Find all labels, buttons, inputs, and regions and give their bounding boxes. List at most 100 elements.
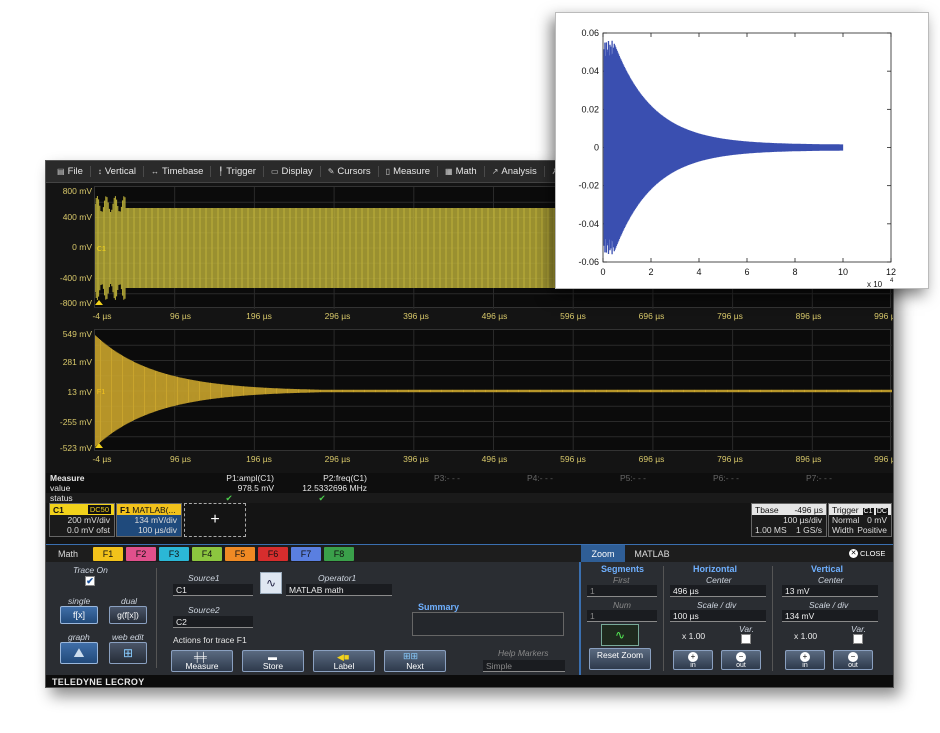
v-scale-field[interactable]: 134 mV bbox=[782, 610, 878, 622]
measure-param-name[interactable]: P2:freq(C1) bbox=[277, 473, 367, 483]
segments-num-label: Num bbox=[613, 600, 631, 610]
f1-descriptor-box[interactable]: F1 MATLAB(... 134 mV/div 100 µs/div bbox=[116, 503, 182, 537]
tab-f8[interactable]: F8 bbox=[324, 546, 354, 561]
display-icon: ▭ bbox=[270, 167, 279, 176]
measure-param-name[interactable]: P7:- - - bbox=[742, 473, 832, 483]
menu-math[interactable]: ▦ Math bbox=[437, 166, 484, 177]
operator1-select[interactable]: MATLAB math bbox=[286, 584, 392, 596]
h-scale-field[interactable]: 100 µs bbox=[670, 610, 766, 622]
lower-trace-grid[interactable]: F1 bbox=[94, 329, 892, 452]
store-action-icon: ▬ bbox=[268, 652, 277, 662]
h-scale-label: Scale / div bbox=[697, 600, 737, 610]
tab-f6[interactable]: F6 bbox=[258, 546, 288, 561]
x-axis-label: 296 µs bbox=[324, 454, 351, 464]
v-var-checkbox[interactable] bbox=[853, 634, 863, 644]
h-center-label: Center bbox=[706, 575, 732, 585]
help-markers-select[interactable]: Simple bbox=[483, 660, 565, 672]
menu-timebase[interactable]: ↔ Timebase bbox=[143, 166, 210, 177]
f1-header-text: F1 MATLAB(... bbox=[120, 505, 176, 515]
x-tick-label: 2 bbox=[648, 267, 653, 277]
x-tick-label: 0 bbox=[600, 267, 605, 277]
measure-action-icon: ╪╪ bbox=[194, 652, 207, 662]
segments-num-field[interactable]: 1 bbox=[587, 610, 657, 622]
dual-function-button[interactable]: g(f[x]) bbox=[109, 606, 147, 624]
h-zoom-in-button[interactable]: + in bbox=[673, 650, 713, 670]
h-zoom-out-button[interactable]: − out bbox=[721, 650, 761, 670]
c1-coupling: DC50 bbox=[87, 505, 111, 514]
graph-button[interactable]: ⛰ bbox=[60, 642, 98, 664]
h-zoom-factor: x 1.00 bbox=[682, 631, 706, 641]
menu-trigger[interactable]: ╿ Trigger bbox=[210, 166, 263, 177]
menu-analysis[interactable]: ↗ Analysis bbox=[483, 166, 544, 177]
label-action-button[interactable]: ◀■ Label bbox=[313, 650, 375, 672]
v-scale-label: Scale / div bbox=[809, 600, 849, 610]
source2-select[interactable]: C2 bbox=[173, 616, 253, 628]
lower-y-label: 281 mV bbox=[62, 357, 92, 367]
measure-param-name[interactable]: P6:- - - bbox=[649, 473, 739, 483]
measure-table[interactable]: Measure value status P1:ampl(C1) 978.5 mV… bbox=[46, 473, 893, 503]
v-center-field[interactable]: 13 mV bbox=[782, 585, 878, 597]
x-axis-label: 96 µs bbox=[170, 454, 191, 464]
summary-label: Summary bbox=[418, 602, 460, 612]
store-action-button[interactable]: ▬ Store bbox=[242, 650, 304, 672]
measure-action-button[interactable]: ╪╪ Measure bbox=[171, 650, 233, 672]
tab-math[interactable]: Math bbox=[46, 549, 90, 559]
menu-cursors[interactable]: ✎ Cursors bbox=[319, 166, 378, 177]
x-axis-label: 896 µs bbox=[795, 454, 822, 464]
tab-f2[interactable]: F2 bbox=[126, 546, 156, 561]
reset-zoom-button[interactable]: Reset Zoom bbox=[589, 648, 651, 670]
web-edit-button[interactable]: ⊞ bbox=[109, 642, 147, 664]
v-zoom-in-button[interactable]: + in bbox=[785, 650, 825, 670]
tab-f1[interactable]: F1 bbox=[93, 546, 123, 561]
timebase-descriptor-box[interactable]: Tbase -496 µs 100 µs/div 1.00 MS 1 GS/s bbox=[751, 503, 827, 537]
cursors-icon: ✎ bbox=[327, 167, 335, 176]
operator-icon[interactable]: ∿ bbox=[260, 572, 282, 594]
c1-trace-marker: C1 bbox=[97, 246, 106, 253]
measure-param-name[interactable]: P5:- - - bbox=[556, 473, 646, 483]
tab-f5[interactable]: F5 bbox=[225, 546, 255, 561]
tab-zoom[interactable]: Zoom bbox=[581, 544, 625, 563]
h-center-field[interactable]: 496 µs bbox=[670, 585, 766, 597]
c1-descriptor-box[interactable]: C1 DC50 200 mV/div 0.0 mV ofst bbox=[49, 503, 115, 537]
v-var-label: Var. bbox=[851, 624, 866, 634]
tab-matlab[interactable]: MATLAB bbox=[625, 549, 679, 559]
close-button[interactable]: ✕ CLOSE bbox=[849, 549, 893, 558]
status-row-label: status bbox=[50, 493, 73, 503]
upper-y-label: -800 mV bbox=[59, 298, 92, 308]
x-tick-label: 12 bbox=[886, 267, 896, 277]
menu-file[interactable]: ▤ File bbox=[50, 166, 90, 177]
x-axis-label: 196 µs bbox=[246, 311, 272, 321]
single-function-button[interactable]: f[x] bbox=[60, 606, 98, 624]
tab-f3[interactable]: F3 bbox=[159, 546, 189, 561]
y-tick-label: 0.02 bbox=[581, 104, 599, 114]
trigger-header: Trigger C1 DC bbox=[829, 504, 891, 515]
web-edit-icon: ⊞ bbox=[122, 646, 134, 660]
menu-display[interactable]: ▭ Display bbox=[262, 166, 320, 177]
measure-param-name[interactable]: P8:- - - bbox=[835, 473, 893, 483]
x-tick-label: 10 bbox=[838, 267, 848, 277]
tab-f4[interactable]: F4 bbox=[192, 546, 222, 561]
matlab-plot: 0.060.040.020-0.02-0.04-0.060 2 4 6 8 10 12x 1… bbox=[578, 28, 896, 289]
upper-y-label: -400 mV bbox=[59, 273, 92, 283]
segments-first-field[interactable]: 1 bbox=[587, 585, 657, 597]
measure-param-name[interactable]: P4:- - - bbox=[463, 473, 553, 483]
measure-param-name[interactable]: P3:- - - bbox=[370, 473, 460, 483]
h-out-label: out bbox=[736, 662, 746, 669]
measure-param-name[interactable]: P1:ampl(C1) bbox=[184, 473, 274, 483]
next-action-button[interactable]: ⊞⊞ Next bbox=[384, 650, 446, 672]
upper-y-label: 0 mV bbox=[72, 242, 92, 252]
trigger-title: Trigger bbox=[832, 504, 859, 515]
menu-measure[interactable]: ▯ Measure bbox=[377, 166, 437, 177]
trigger-descriptor-box[interactable]: Trigger C1 DC Normal 0 mV Width Positive bbox=[828, 503, 892, 537]
v-zoom-out-button[interactable]: − out bbox=[833, 650, 873, 670]
vertical-icon: ↕ bbox=[97, 167, 102, 176]
lower-y-label: 549 mV bbox=[62, 329, 92, 339]
trace-on-checkbox[interactable]: ✔ bbox=[85, 576, 95, 586]
upper-y-label: 400 mV bbox=[62, 212, 92, 222]
h-var-checkbox[interactable] bbox=[741, 634, 751, 644]
tab-f7[interactable]: F7 bbox=[291, 546, 321, 561]
add-trace-button[interactable]: + bbox=[184, 503, 246, 537]
source1-select[interactable]: C1 bbox=[173, 584, 253, 596]
reset-zoom-icon[interactable]: ∿ bbox=[601, 624, 639, 646]
menu-vertical[interactable]: ↕ Vertical bbox=[89, 166, 143, 177]
